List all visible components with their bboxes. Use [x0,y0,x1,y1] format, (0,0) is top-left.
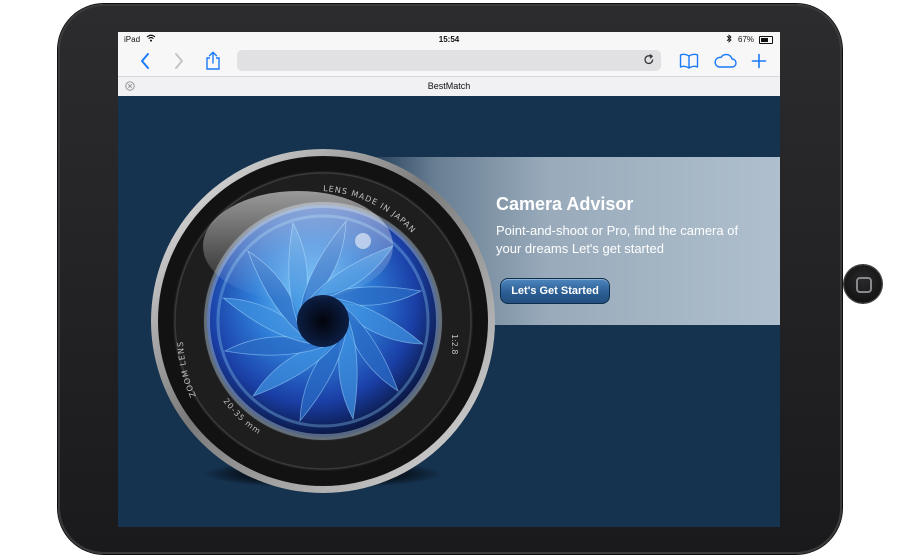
camera-lens-image: LENS MADE IN JAPAN ZOOM LENS 20-35 mm 1:… [151,149,495,493]
bookmarks-button[interactable] [674,46,704,76]
reload-button[interactable] [641,52,657,68]
new-tab-button[interactable] [744,46,774,76]
back-button[interactable] [130,46,160,76]
battery-icon [759,36,773,44]
share-button[interactable] [198,46,228,76]
tab-title: BestMatch [427,81,471,91]
cloud-icon [714,53,737,68]
battery-percent: 67% [738,35,755,44]
chevron-left-icon [141,53,149,69]
hero-title: Camera Advisor [496,194,634,214]
hero-description: Point-and-shoot or Pro, find the camera … [496,223,739,256]
home-button[interactable] [844,265,882,303]
clock: 15:54 [438,35,460,44]
plus-icon [751,53,767,69]
bluetooth-icon [726,34,732,45]
share-icon [206,51,220,70]
get-started-button[interactable]: Let's Get Started [500,278,610,304]
browser-toolbar [118,46,780,76]
screen: iPad 15:54 67% BestMatch LENS MADE IN JA… [118,32,780,527]
address-bar[interactable] [237,50,661,71]
home-button-icon [856,277,872,293]
chevron-right-icon [175,53,183,69]
tab-bar: BestMatch [118,76,780,97]
web-content: LENS MADE IN JAPAN ZOOM LENS 20-35 mm 1:… [118,96,780,527]
reload-icon [644,54,654,65]
icloud-tabs-button[interactable] [710,46,740,76]
book-icon [679,53,699,69]
forward-button[interactable] [164,46,194,76]
status-bar: iPad 15:54 67% [118,32,780,46]
lens-text-right: 1:2.8 [450,334,459,355]
battery-fill [761,38,768,42]
